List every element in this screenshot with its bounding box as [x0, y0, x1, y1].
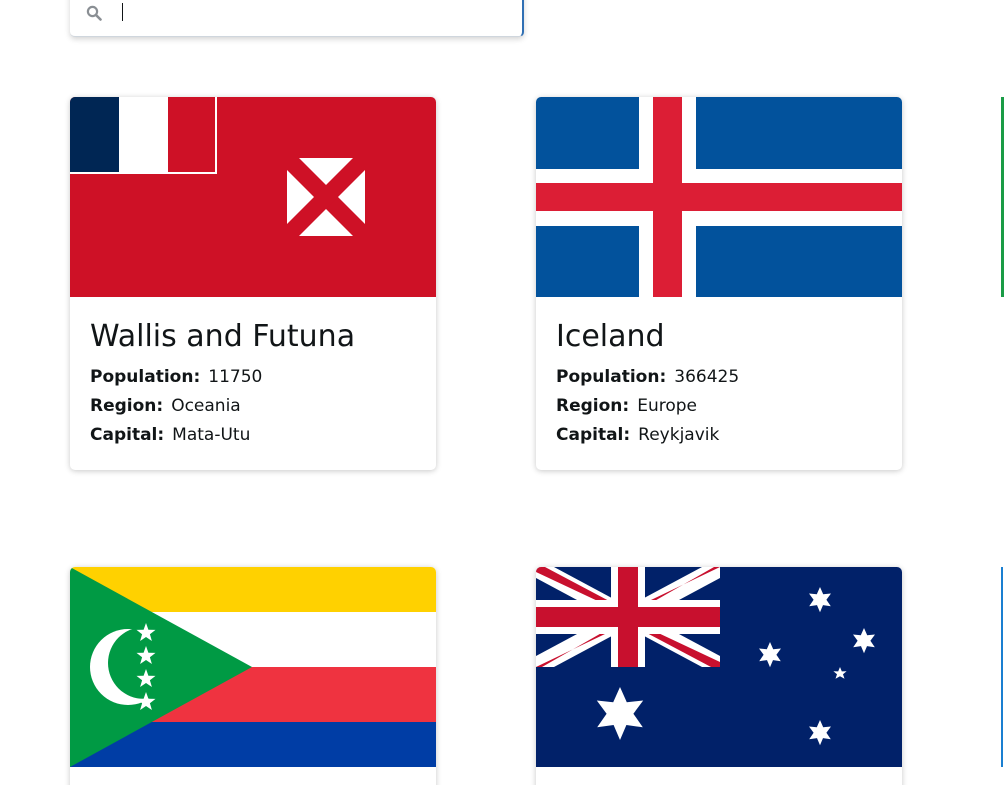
region-row: Region: Europe — [556, 392, 882, 421]
card-body: Iceland Population: 366425 Region: Europe … — [536, 297, 902, 470]
population-row: Population: 366425 — [556, 363, 882, 392]
card-body: Wallis and Futuna Population: 11750 Regio… — [70, 297, 436, 470]
country-card-australia[interactable] — [536, 567, 902, 785]
capital-value: Reykjavik — [638, 425, 720, 445]
capital-row: Capital: Mata-Utu — [90, 421, 416, 450]
country-name: Iceland — [556, 319, 665, 354]
country-card-comoros[interactable] — [70, 567, 436, 785]
search-box[interactable] — [70, 0, 524, 37]
population-row: Population: 11750 — [90, 363, 416, 392]
australia-flag — [536, 567, 902, 767]
country-card-iceland[interactable]: Iceland Population: 366425 Region: Europe … — [536, 97, 902, 470]
region-value: Oceania — [171, 396, 241, 416]
search-input[interactable] — [118, 0, 498, 26]
page: Wallis and Futuna Population: 11750 Regio… — [0, 0, 1004, 785]
search-icon — [86, 5, 102, 21]
wallis-and-futuna-flag — [70, 97, 436, 297]
population-value: 366425 — [674, 367, 740, 387]
population-label: Population: — [90, 367, 201, 387]
capital-row: Capital: Reykjavik — [556, 421, 882, 450]
capital-label: Capital: — [556, 425, 631, 445]
country-card-wallis-and-futuna[interactable]: Wallis and Futuna Population: 11750 Regio… — [70, 97, 436, 470]
country-name: Wallis and Futuna — [90, 319, 356, 354]
comoros-flag — [70, 567, 436, 767]
region-label: Region: — [556, 396, 630, 416]
capital-label: Capital: — [90, 425, 165, 445]
region-value: Europe — [637, 396, 697, 416]
capital-value: Mata-Utu — [172, 425, 251, 445]
region-label: Region: — [90, 396, 164, 416]
population-label: Population: — [556, 367, 667, 387]
population-value: 11750 — [208, 367, 263, 387]
iceland-flag — [536, 97, 902, 297]
text-caret — [122, 3, 123, 21]
region-row: Region: Oceania — [90, 392, 416, 421]
